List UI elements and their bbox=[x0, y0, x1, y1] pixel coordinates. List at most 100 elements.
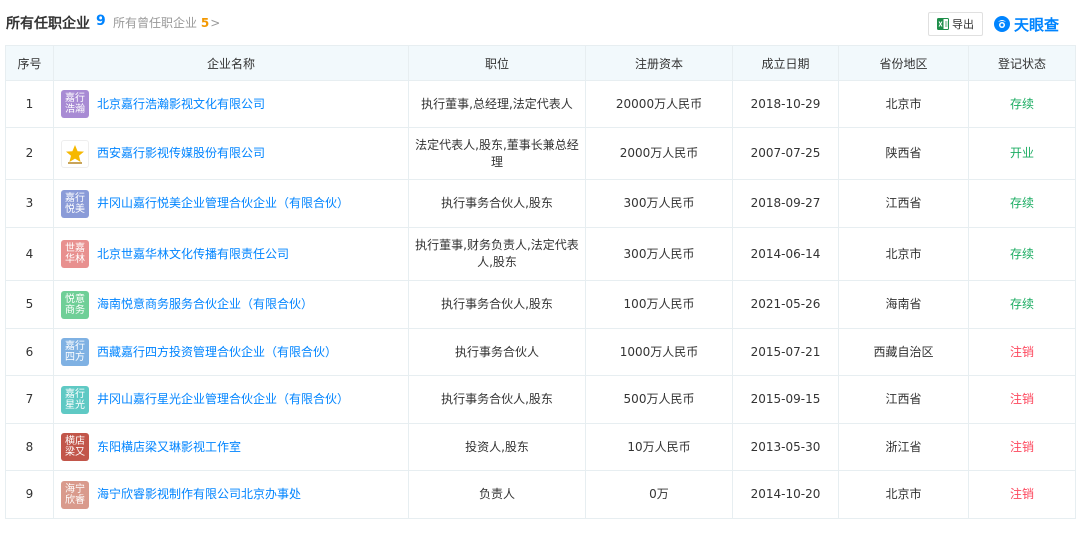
company-logo: 世嘉华林 bbox=[61, 240, 89, 268]
past-companies-link[interactable]: 所有曾任职企业 5> bbox=[113, 14, 220, 31]
capital-cell: 500万人民币 bbox=[585, 375, 733, 424]
company-logo: 嘉行浩瀚 bbox=[61, 90, 89, 118]
company-link[interactable]: 西藏嘉行四方投资管理合伙企业（有限合伙） bbox=[97, 344, 337, 361]
company-logo: 嘉行四方 bbox=[61, 338, 89, 366]
table-row: 4 世嘉华林 北京世嘉华林文化传播有限责任公司 执行董事,财务负责人,法定代表人… bbox=[5, 227, 1076, 281]
company-logo bbox=[61, 139, 89, 168]
past-companies-label: 所有曾任职企业 bbox=[113, 16, 198, 30]
row-no: 3 bbox=[5, 179, 54, 228]
position-cell: 执行事务合伙人 bbox=[408, 328, 586, 376]
status-badge: 存续 bbox=[968, 179, 1076, 228]
date-cell: 2014-06-14 bbox=[732, 227, 839, 281]
status-badge: 存续 bbox=[968, 280, 1076, 329]
date-cell: 2015-07-21 bbox=[732, 328, 839, 376]
company-logo: 横店梁又 bbox=[61, 433, 89, 461]
position-cell: 执行事务合伙人,股东 bbox=[408, 375, 586, 424]
row-no: 2 bbox=[5, 127, 54, 180]
capital-cell: 100万人民币 bbox=[585, 280, 733, 329]
col-header-name: 企业名称 bbox=[53, 45, 409, 81]
star-logo-icon bbox=[66, 144, 84, 164]
date-cell: 2007-07-25 bbox=[732, 127, 839, 180]
company-link[interactable]: 井冈山嘉行悦美企业管理合伙企业（有限合伙） bbox=[97, 195, 349, 212]
capital-cell: 300万人民币 bbox=[585, 179, 733, 228]
capital-cell: 2000万人民币 bbox=[585, 127, 733, 180]
region-cell: 江西省 bbox=[838, 375, 969, 424]
row-no: 4 bbox=[5, 227, 54, 281]
company-logo: 悦意商务 bbox=[61, 290, 89, 319]
table-row: 1 嘉行浩瀚 北京嘉行浩瀚影视文化有限公司 执行董事,总经理,法定代表人 200… bbox=[5, 80, 1076, 128]
capital-cell: 1000万人民币 bbox=[585, 328, 733, 376]
region-cell: 北京市 bbox=[838, 227, 969, 281]
col-header-capital: 注册资本 bbox=[585, 45, 733, 81]
region-cell: 北京市 bbox=[838, 470, 969, 519]
table-row: 6 嘉行四方 西藏嘉行四方投资管理合伙企业（有限合伙） 执行事务合伙人 1000… bbox=[5, 328, 1076, 376]
row-no: 5 bbox=[5, 280, 54, 329]
company-link[interactable]: 北京世嘉华林文化传播有限责任公司 bbox=[97, 246, 289, 263]
company-link[interactable]: 海宁欣睿影视制作有限公司北京办事处 bbox=[97, 486, 301, 503]
export-button[interactable]: 导出 bbox=[928, 12, 983, 36]
past-count: 5 bbox=[200, 16, 210, 30]
date-cell: 2021-05-26 bbox=[732, 280, 839, 329]
region-cell: 陕西省 bbox=[838, 127, 969, 180]
current-count: 9 bbox=[96, 13, 106, 29]
capital-cell: 0万 bbox=[585, 470, 733, 519]
position-cell: 执行事务合伙人,股东 bbox=[408, 179, 586, 228]
tianyancha-logo-icon bbox=[994, 16, 1010, 32]
row-no: 6 bbox=[5, 328, 54, 376]
capital-cell: 300万人民币 bbox=[585, 227, 733, 281]
col-header-region: 省份地区 bbox=[838, 45, 969, 81]
status-badge: 注销 bbox=[968, 470, 1076, 519]
position-cell: 投资人,股东 bbox=[408, 423, 586, 471]
status-badge: 存续 bbox=[968, 227, 1076, 281]
date-cell: 2018-10-29 bbox=[732, 80, 839, 128]
company-logo: 嘉行悦美 bbox=[61, 189, 89, 218]
row-no: 8 bbox=[5, 423, 54, 471]
status-badge: 注销 bbox=[968, 328, 1076, 376]
capital-cell: 10万人民币 bbox=[585, 423, 733, 471]
date-cell: 2013-05-30 bbox=[732, 423, 839, 471]
capital-cell: 20000万人民币 bbox=[585, 80, 733, 128]
date-cell: 2015-09-15 bbox=[732, 375, 839, 424]
company-logo: 嘉行星光 bbox=[61, 385, 89, 414]
region-cell: 海南省 bbox=[838, 280, 969, 329]
chevron-right-icon: > bbox=[210, 16, 221, 30]
col-header-status: 登记状态 bbox=[968, 45, 1076, 81]
position-cell: 执行董事,总经理,法定代表人 bbox=[408, 80, 586, 128]
table-row: 9 海宁欣睿 海宁欣睿影视制作有限公司北京办事处 负责人 0万 2014-10-… bbox=[5, 470, 1076, 519]
col-header-position: 职位 bbox=[408, 45, 586, 81]
position-cell: 执行董事,财务负责人,法定代表人,股东 bbox=[408, 227, 586, 281]
section-title: 所有任职企业 bbox=[6, 16, 90, 32]
export-label: 导出 bbox=[952, 18, 974, 31]
row-no: 1 bbox=[5, 80, 54, 128]
table-header-row: 序号 企业名称 职位 注册资本 成立日期 省份地区 登记状态 bbox=[5, 45, 1076, 81]
table-row: 7 嘉行星光 井冈山嘉行星光企业管理合伙企业（有限合伙） 执行事务合伙人,股东 … bbox=[5, 375, 1076, 424]
table-row: 8 横店梁又 东阳横店梁又琳影视工作室 投资人,股东 10万人民币 2013-0… bbox=[5, 423, 1076, 471]
company-link[interactable]: 井冈山嘉行星光企业管理合伙企业（有限合伙） bbox=[97, 391, 349, 408]
brand-name: 天眼查 bbox=[1014, 15, 1060, 34]
section-header: 所有任职企业 9 所有曾任职企业 5> 导出 天眼查 bbox=[0, 0, 1080, 44]
brand-logo: 天眼查 bbox=[993, 12, 1059, 36]
date-cell: 2014-10-20 bbox=[732, 470, 839, 519]
position-cell: 执行事务合伙人,股东 bbox=[408, 280, 586, 329]
status-badge: 开业 bbox=[968, 127, 1076, 180]
company-link[interactable]: 西安嘉行影视传媒股份有限公司 bbox=[97, 145, 265, 162]
region-cell: 江西省 bbox=[838, 179, 969, 228]
table-row: 2 西安嘉行影视传媒股份有限公司 法定代表人,股东,董事长兼总经理 2000万人… bbox=[5, 127, 1076, 180]
company-link[interactable]: 北京嘉行浩瀚影视文化有限公司 bbox=[97, 96, 265, 113]
region-cell: 西藏自治区 bbox=[838, 328, 969, 376]
excel-icon bbox=[937, 18, 949, 30]
company-logo: 海宁欣睿 bbox=[61, 480, 89, 509]
status-badge: 注销 bbox=[968, 423, 1076, 471]
company-link[interactable]: 海南悦意商务服务合伙企业（有限合伙） bbox=[97, 296, 313, 313]
status-badge: 存续 bbox=[968, 80, 1076, 128]
region-cell: 浙江省 bbox=[838, 423, 969, 471]
table-row: 5 悦意商务 海南悦意商务服务合伙企业（有限合伙） 执行事务合伙人,股东 100… bbox=[5, 280, 1076, 329]
status-badge: 注销 bbox=[968, 375, 1076, 424]
position-cell: 负责人 bbox=[408, 470, 586, 519]
date-cell: 2018-09-27 bbox=[732, 179, 839, 228]
company-link[interactable]: 东阳横店梁又琳影视工作室 bbox=[97, 439, 241, 456]
col-header-date: 成立日期 bbox=[732, 45, 839, 81]
position-cell: 法定代表人,股东,董事长兼总经理 bbox=[408, 127, 586, 180]
col-header-no: 序号 bbox=[5, 45, 54, 81]
table-row: 3 嘉行悦美 井冈山嘉行悦美企业管理合伙企业（有限合伙） 执行事务合伙人,股东 … bbox=[5, 179, 1076, 228]
